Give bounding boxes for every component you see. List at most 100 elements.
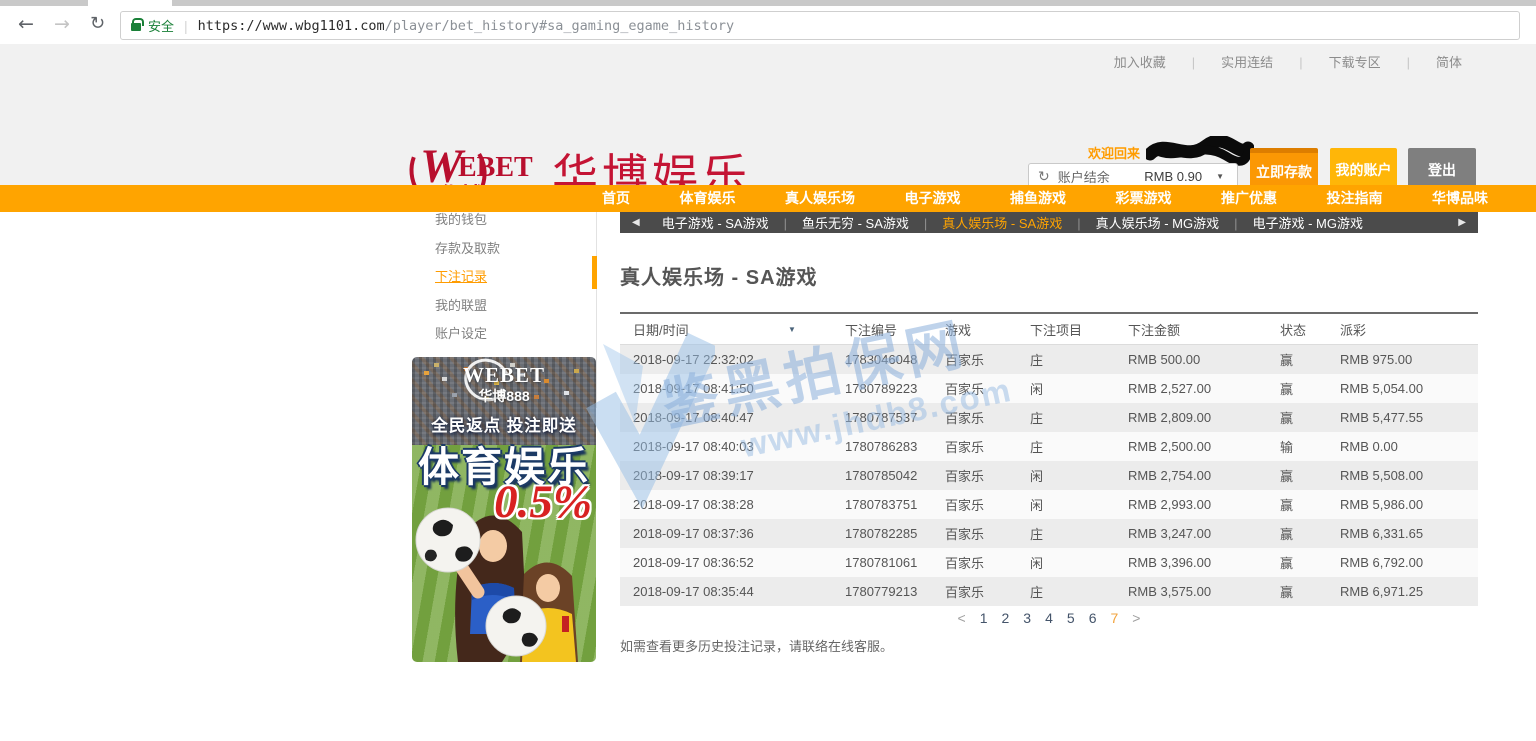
cell-status: 赢 bbox=[1267, 495, 1327, 514]
cell-bet-number: 1780779213 bbox=[832, 584, 932, 599]
cell-status: 赢 bbox=[1267, 553, 1327, 572]
main-nav-item[interactable]: 推广优惠 bbox=[1221, 185, 1277, 212]
pagination-next[interactable]: > bbox=[1132, 610, 1140, 626]
table-header-cell[interactable]: 下注编号 bbox=[832, 320, 932, 339]
balance-label: 账户结余 bbox=[1058, 167, 1110, 186]
tabs-scroll-right-icon[interactable]: ▶ bbox=[1458, 217, 1466, 228]
game-history-tab[interactable]: 真人娱乐场 - SA游戏 bbox=[942, 213, 1095, 232]
cell-bet-item: 闲 bbox=[1017, 553, 1115, 572]
table-row: 2018-09-17 08:35:44 1780779213 百家乐 庄 RMB… bbox=[620, 577, 1478, 606]
pagination-prev[interactable]: < bbox=[958, 610, 966, 626]
main-nav-item[interactable]: 彩票游戏 bbox=[1116, 185, 1172, 212]
welcome-text: 欢迎回来 bbox=[1088, 143, 1140, 162]
cell-bet-item: 庄 bbox=[1017, 408, 1115, 427]
main-nav-item[interactable]: 投注指南 bbox=[1327, 185, 1383, 212]
game-history-tab[interactable]: 电子游戏 - MG游戏 bbox=[1252, 213, 1363, 232]
game-history-tab[interactable]: 真人娱乐场 - MG游戏 bbox=[1096, 213, 1253, 232]
pagination: <1234567 > bbox=[620, 610, 1478, 626]
table-header-label: 日期/时间 bbox=[633, 323, 689, 338]
table-header-cell[interactable]: 日期/时间 ▼ bbox=[620, 320, 832, 339]
cell-bet-number: 1780789223 bbox=[832, 381, 932, 396]
sidebar-menu-item[interactable]: 存款及取款 bbox=[435, 235, 500, 264]
table-header-cell[interactable]: 游戏 bbox=[932, 320, 1017, 339]
cell-datetime: 2018-09-17 22:32:02 bbox=[620, 352, 832, 367]
sidebar-menu-item[interactable]: 下注记录 bbox=[435, 263, 500, 292]
reload-icon[interactable]: ↻ bbox=[90, 13, 105, 34]
utility-link[interactable]: 实用连结 bbox=[1221, 52, 1328, 71]
table-header-row: 日期/时间 ▼ 下注编号 游戏 下注项目 bbox=[620, 314, 1478, 345]
cell-payout: RMB 0.00 bbox=[1327, 439, 1478, 454]
table-header-cell[interactable]: 下注项目 bbox=[1017, 320, 1115, 339]
game-history-tab[interactable]: 鱼乐无穷 - SA游戏 bbox=[802, 213, 942, 232]
main-nav-item[interactable]: 捕鱼游戏 bbox=[1010, 185, 1066, 212]
balance-dropdown-icon[interactable]: ▼ bbox=[1216, 172, 1224, 181]
cell-status: 输 bbox=[1267, 437, 1327, 456]
pagination-page[interactable]: 4 bbox=[1045, 610, 1053, 626]
cell-bet-item: 庄 bbox=[1017, 524, 1115, 543]
sidebar-menu-item[interactable]: 我的钱包 bbox=[435, 206, 500, 235]
utility-link[interactable]: 简体 bbox=[1436, 52, 1462, 71]
cell-bet-item: 闲 bbox=[1017, 466, 1115, 485]
utility-links: 加入收藏 实用连结 下载专区 简体 bbox=[1114, 52, 1462, 71]
secure-label: 安全 bbox=[148, 16, 174, 35]
main-nav-list: 首页 体育娱乐 真人娱乐场 电子游戏 捕鱼游戏 彩票游戏 推广优惠 投注指南 华… bbox=[578, 185, 1536, 212]
cell-game: 百家乐 bbox=[932, 582, 1017, 601]
main-nav-item[interactable]: 首页 bbox=[602, 185, 630, 212]
table-header-cell[interactable]: 下注金额 bbox=[1115, 320, 1267, 339]
table-header-label: 下注编号 bbox=[845, 323, 897, 338]
cell-bet-number: 1783046048 bbox=[832, 352, 932, 367]
table-header-label: 下注金额 bbox=[1128, 323, 1180, 338]
pagination-page[interactable]: 7 bbox=[1110, 610, 1118, 626]
tabs-scroll-left-icon[interactable]: ◀ bbox=[632, 217, 640, 228]
pagination-page[interactable]: 6 bbox=[1089, 610, 1097, 626]
sort-desc-icon[interactable]: ▼ bbox=[788, 325, 796, 334]
pagination-page[interactable]: 2 bbox=[1002, 610, 1010, 626]
cell-bet-item: 庄 bbox=[1017, 582, 1115, 601]
main-nav-item[interactable]: 电子游戏 bbox=[905, 185, 961, 212]
main-nav-item[interactable]: 华博品味 bbox=[1432, 185, 1488, 212]
utility-link[interactable]: 下载专区 bbox=[1329, 52, 1436, 71]
url-text: https://www.wbg1101.com/player/bet_histo… bbox=[198, 18, 734, 34]
cell-bet-number: 1780782285 bbox=[832, 526, 932, 541]
cell-payout: RMB 5,477.55 bbox=[1327, 410, 1478, 425]
cell-status: 赢 bbox=[1267, 466, 1327, 485]
browser-toolbar: ← → ↻ 安全 | https://www.wbg1101.com/playe… bbox=[0, 6, 1536, 44]
game-history-tab[interactable]: 电子游戏 - SA游戏 bbox=[662, 213, 802, 232]
cell-bet-amount: RMB 500.00 bbox=[1115, 352, 1267, 367]
cell-status: 赢 bbox=[1267, 350, 1327, 369]
pagination-page[interactable]: 1 bbox=[980, 610, 988, 626]
cell-game: 百家乐 bbox=[932, 524, 1017, 543]
table-header-cell[interactable]: 状态 bbox=[1267, 320, 1327, 339]
sidebar-menu-item[interactable]: 账户设定 bbox=[435, 320, 500, 349]
promo-banner[interactable]: WEBET 华博888 全民返点 投注即送 体育娱乐 0.5% bbox=[412, 357, 596, 662]
cell-datetime: 2018-09-17 08:38:28 bbox=[620, 497, 832, 512]
cell-bet-amount: RMB 3,396.00 bbox=[1115, 555, 1267, 570]
main-nav-item[interactable]: 体育娱乐 bbox=[680, 185, 736, 212]
cell-bet-number: 1780785042 bbox=[832, 468, 932, 483]
address-bar[interactable]: 安全 | https://www.wbg1101.com/player/bet_… bbox=[120, 11, 1520, 40]
cell-status: 赢 bbox=[1267, 582, 1327, 601]
utility-link[interactable]: 加入收藏 bbox=[1114, 52, 1221, 71]
main-nav-item[interactable]: 真人娱乐场 bbox=[785, 185, 855, 212]
table-row: 2018-09-17 08:40:47 1780787537 百家乐 庄 RMB… bbox=[620, 403, 1478, 432]
url-path: /player/bet_history#sa_gaming_egame_hist… bbox=[385, 18, 735, 34]
cell-bet-amount: RMB 2,993.00 bbox=[1115, 497, 1267, 512]
pagination-page[interactable]: 3 bbox=[1023, 610, 1031, 626]
cell-bet-item: 庄 bbox=[1017, 350, 1115, 369]
cell-bet-number: 1780781061 bbox=[832, 555, 932, 570]
sidebar-menu-item[interactable]: 我的联盟 bbox=[435, 292, 500, 321]
cell-bet-item: 庄 bbox=[1017, 437, 1115, 456]
refresh-balance-icon[interactable]: ↻ bbox=[1038, 169, 1050, 185]
cell-bet-amount: RMB 3,247.00 bbox=[1115, 526, 1267, 541]
cell-datetime: 2018-09-17 08:41:50 bbox=[620, 381, 832, 396]
back-icon[interactable]: ← bbox=[18, 13, 34, 35]
forward-icon[interactable]: → bbox=[54, 13, 70, 35]
table-row: 2018-09-17 22:32:02 1783046048 百家乐 庄 RMB… bbox=[620, 345, 1478, 374]
cell-datetime: 2018-09-17 08:40:03 bbox=[620, 439, 832, 454]
table-row: 2018-09-17 08:39:17 1780785042 百家乐 闲 RMB… bbox=[620, 461, 1478, 490]
page-title: 真人娱乐场 - SA游戏 bbox=[620, 261, 818, 290]
pagination-page[interactable]: 5 bbox=[1067, 610, 1075, 626]
table-row: 2018-09-17 08:37:36 1780782285 百家乐 庄 RMB… bbox=[620, 519, 1478, 548]
game-history-tabs: 电子游戏 - SA游戏 鱼乐无穷 - SA游戏 真人娱乐场 - SA游戏 真人娱… bbox=[662, 213, 1363, 232]
table-header-cell[interactable]: 派彩 bbox=[1327, 320, 1478, 339]
